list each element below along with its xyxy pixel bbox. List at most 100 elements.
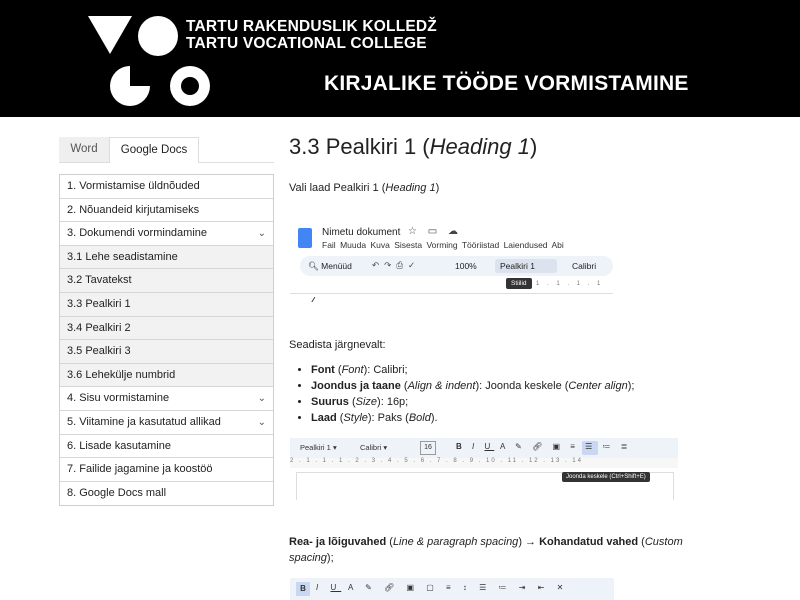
tab-word[interactable]: Word (59, 137, 109, 162)
college-name-et: TARTU RAKENDUSLIK KOLLEDŽ (186, 18, 437, 35)
font-size-field: 16 (420, 441, 436, 455)
docs-toolbar: 🔍︎ Menüüd ↶↷⎙✓ 100% Pealkiri 1 Calibri (300, 256, 613, 276)
menu-item: Sisesta (394, 240, 423, 250)
nav-item-tavatekst[interactable]: 3.2 Tavatekst (60, 269, 273, 293)
spacing-em: Line & paragraph spacing (392, 536, 519, 548)
spacing-toolbar-screenshot: B I U A ✎ 🔗︎ ▣ ▢ ≡ ↕ ☰ ≔ ⇥ ⇤ ✕ (290, 578, 614, 600)
intro-text: Vali laad Pealkiri 1 ( (289, 182, 386, 194)
setting-value: ): Calibri; (363, 364, 408, 376)
google-docs-icon (298, 228, 312, 248)
nav-item-label: 4. Sisu vormistamine (67, 392, 170, 405)
nav-item-lisade-kasutamine[interactable]: 6. Lisade kasutamine (60, 434, 273, 459)
paren-open: ( (334, 364, 342, 376)
menu-item: Kuva (370, 240, 390, 250)
ruler: 2 . 1 . 1 . 1 . 2 . 3 . 4 . 5 . 6 . 7 . … (290, 458, 678, 468)
settings-list: Font (Font): Calibri; Joondus ja taane (… (297, 362, 634, 426)
bold-active-icon: B (296, 582, 310, 596)
setting-en: Style (343, 412, 368, 424)
setting-value-en: Center align (568, 380, 628, 392)
nav-item-label: 7. Failide jagamine ja koostöö (67, 463, 213, 476)
nav-item-failide-jagamine[interactable]: 7. Failide jagamine ja koostöö (60, 458, 273, 482)
menu-item: Abi (551, 240, 564, 250)
nav-item-pealkiri-3[interactable]: 3.5 Pealkiri 3 (60, 340, 273, 364)
setting-name: Font (311, 364, 335, 376)
chevron-down-icon[interactable]: ⌄ (258, 387, 266, 411)
setting-value: ): Joonda keskele ( (475, 380, 569, 392)
menu-item: Laiendused (503, 240, 548, 250)
nav-item-label: 3. Dokumendi vormindamine (67, 227, 208, 240)
setting-en: Align & indent (407, 380, 476, 392)
menu-item: Vorming (426, 240, 458, 250)
setting-end: ); (627, 380, 635, 392)
nav-item-pealkiri-1[interactable]: 3.3 Pealkiri 1 (60, 292, 273, 317)
format-toolbar: Pealkiri 1 ▾ Calibri ▾ 16 B I U A ✎ 🔗︎ ▣… (290, 438, 678, 458)
style-select-label: Pealkiri 1 (300, 443, 331, 452)
intro-suffix: ) (435, 182, 440, 194)
format-icons: B I U A ✎ 🔗︎ ▣ ≡ ☰ ≔ ≣ (456, 442, 632, 451)
nav-item-label: 8. Google Docs mall (67, 486, 167, 499)
list-item: Laad (Style): Paks (Bold). (311, 410, 634, 426)
styles-tooltip: Stiilid (506, 278, 532, 289)
college-name: TARTU RAKENDUSLIK KOLLEDŽ TARTU VOCATION… (186, 18, 437, 52)
style-select: Pealkiri 1 ▾ (300, 443, 337, 452)
menus-label: Menüüd (321, 261, 352, 271)
ruler: 1 . 1 . 1 . 1 (536, 281, 604, 287)
nav-item-lehekulje-numbrid[interactable]: 3.6 Lehekülje numbrid (60, 363, 273, 388)
spacing-paragraph: Rea- ja lõiguvahed (Line & paragraph spa… (289, 536, 683, 564)
setting-value-en: Bold (408, 412, 431, 424)
nav-item-label: 3.4 Pealkiri 2 (67, 321, 131, 334)
undo-redo-print-icons: ↶↷⎙✓ (372, 260, 421, 270)
style-select: Pealkiri 1 (495, 259, 557, 273)
nav-item-google-docs-mall[interactable]: 8. Google Docs mall (60, 481, 273, 506)
font-select: Calibri ▾ (360, 443, 388, 452)
college-name-en: TARTU VOCATIONAL COLLEGE (186, 35, 427, 52)
intro-em: Heading 1 (385, 182, 436, 194)
nav-item-label: 3.2 Tavatekst (67, 274, 132, 287)
setting-name: Joondus ja taane (311, 380, 401, 392)
list-item: Suurus (Size): 16p; (311, 394, 634, 410)
nav-item-pealkiri-2[interactable]: 3.4 Pealkiri 2 (60, 316, 273, 341)
nav-item-label: 3.1 Lehe seadistamine (67, 250, 178, 263)
setting-name: Suurus (311, 396, 349, 408)
setting-en: Size (355, 396, 378, 408)
paren-open: ( (348, 396, 356, 408)
nav-item-label: 2. Nõuandeid kirjutamiseks (67, 203, 200, 216)
nav-item-vormistamise-uldnouded[interactable]: 1. Vormistamise üldnõuded (60, 175, 273, 199)
setting-value: ): Paks ( (367, 412, 409, 424)
platform-tabs: Word Google Docs (59, 137, 274, 163)
nav-item-label: 3.3 Pealkiri 1 (67, 297, 131, 310)
nav-item-label: 1. Vormistamise üldnõuded (67, 180, 200, 192)
setting-value: ): 16p; (377, 396, 409, 408)
format-toolbar-screenshot: Pealkiri 1 ▾ Calibri ▾ 16 B I U A ✎ 🔗︎ ▣… (290, 436, 678, 500)
align-center-tooltip: Joonda keskele (Ctrl+Shift+E) (562, 472, 650, 482)
arrow: → (521, 536, 540, 548)
doc-name: Nimetu dokument (322, 227, 401, 238)
spacing-end: ); (326, 552, 334, 564)
chevron-down-icon[interactable]: ⌄ (258, 411, 266, 435)
setting-name: Laad (311, 412, 337, 424)
nav-item-label: 3.6 Lehekülje numbrid (67, 368, 176, 381)
page-edge (290, 293, 613, 294)
spacing-bold: Rea- ja lõiguvahed (289, 536, 387, 548)
nav-item-label: 5. Viitamine ja kasutatud allikad (67, 415, 221, 428)
tab-google-docs[interactable]: Google Docs (109, 137, 199, 163)
page-title-em: Heading 1 (429, 134, 530, 159)
nav-item-viitamine[interactable]: 5. Viitamine ja kasutatud allikad ⌄ (60, 410, 273, 435)
page-title-prefix: 3.3 Pealkiri 1 ( (289, 134, 430, 159)
nav-item-sisu-vormistamine[interactable]: 4. Sisu vormistamine ⌄ (60, 387, 273, 411)
chevron-down-icon[interactable]: ⌄ (258, 222, 266, 246)
nav-item-lehe-seadistamine[interactable]: 3.1 Lehe seadistamine (60, 245, 273, 270)
site-title[interactable]: KIRJALIKE TÖÖDE VORMISTAMINE (324, 72, 689, 96)
format-icons: I U A ✎ 🔗︎ ▣ ▢ ≡ ↕ ☰ ≔ ⇥ ⇤ ✕ (316, 583, 569, 592)
docs-toolbar-screenshot: Nimetu dokument ☆ ▭ ☁ Fail Muuda Kuva Si… (290, 220, 613, 302)
site-header: TARTU RAKENDUSLIK KOLLEDŽ TARTU VOCATION… (0, 0, 800, 117)
nav-item-dokumendi-vormindamine[interactable]: 3. Dokumendi vormindamine ⌄ (60, 222, 273, 246)
nav-item-label: 6. Lisade kasutamine (67, 439, 171, 452)
page-title: 3.3 Pealkiri 1 (Heading 1) (289, 134, 537, 160)
list-item: Font (Font): Calibri; (311, 362, 634, 378)
nav-item-nouandeid[interactable]: 2. Nõuandeid kirjutamiseks (60, 198, 273, 223)
menus-search: 🔍︎ Menüüd (308, 261, 352, 271)
font-select: Calibri (572, 261, 597, 271)
page-title-suffix: ) (529, 134, 538, 159)
paren-open: ( (400, 380, 408, 392)
